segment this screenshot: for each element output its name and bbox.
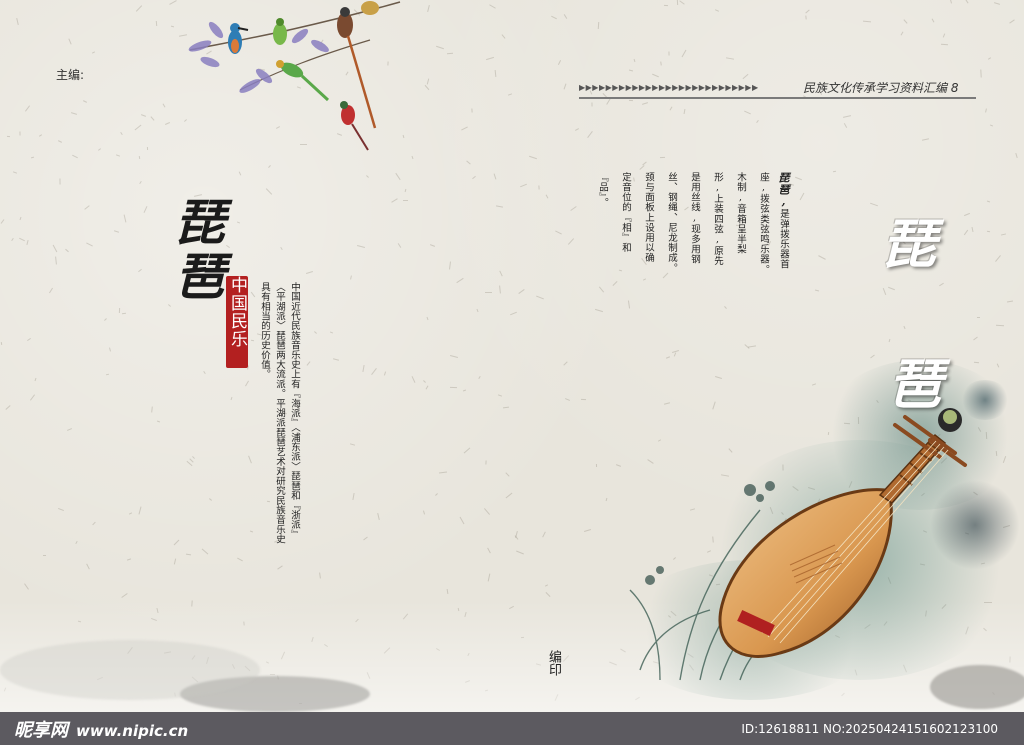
description-column-8: 定音位的『相』和 — [620, 172, 631, 253]
description-column-6: 丝、钢绳、尼龙制成。 — [666, 172, 677, 273]
site-logo: 昵享网 www.nipic.cn — [14, 716, 188, 742]
paper-fiber — [976, 316, 981, 319]
paper-fiber — [484, 291, 493, 294]
distant-ridge — [0, 640, 260, 700]
description-column-5: 是用丝线,现多用钢 — [689, 172, 700, 265]
seal-text: 中国民乐 — [227, 276, 247, 348]
editor-label: 主编: — [56, 68, 85, 82]
paper-fiber — [19, 131, 21, 136]
description-head: 琵琶, — [777, 172, 790, 209]
series-header: ▶▶▶▶▶▶▶▶▶▶▶▶▶▶▶▶▶▶▶▶▶▶▶▶▶▶▶ 民族文化传承学习资料汇编… — [579, 78, 976, 96]
intro-column-2: 〈平湖派〉琵琶两大流派。平湖派琵琶艺术对研究民族音乐史 — [274, 282, 285, 544]
paper-fiber — [6, 135, 11, 138]
watermark-footer: 昵享网 www.nipic.cn ID:12618811 NO:20250424… — [0, 712, 1024, 745]
intro-column-1: 中国近代民族音乐史上有『海派』〈浦东派〉琵琶和『浙派』 — [289, 282, 300, 540]
birds-branch-illustration — [188, 1, 401, 151]
paper-fiber — [42, 554, 47, 557]
paper-fiber — [986, 230, 991, 233]
description-column-2: 座,拨弦类弦鸣乐器。 — [758, 172, 769, 275]
paper-fiber — [59, 178, 61, 185]
big-char-pi: 琵 — [882, 212, 936, 276]
paper-fiber — [628, 99, 634, 102]
pipa-illustration — [718, 408, 967, 658]
description-column-3: 木制,音箱呈半梨 — [735, 172, 746, 255]
paper-fiber — [538, 185, 540, 190]
logo-text: 昵享网 — [14, 719, 68, 741]
description-column-9: 『品』。 — [597, 172, 608, 208]
description-column-1-text: 是弹拨乐器首 — [778, 208, 789, 270]
series-title: 民族文化传承学习资料汇编 8 — [803, 80, 959, 95]
image-id: ID:12618811 NO:20250424151602123100 — [741, 721, 998, 736]
paper-fiber — [146, 146, 149, 151]
paper-fiber — [663, 4, 669, 7]
paper-fiber — [591, 102, 593, 107]
intro-column-3: 具有相当的历史价值。 — [259, 282, 270, 379]
paper-fiber — [0, 341, 3, 346]
red-seal: 中国民乐 — [226, 276, 248, 368]
logo-url: www.nipic.cn — [76, 721, 189, 740]
big-char-pa: 琶 — [888, 352, 942, 416]
distant-ridge — [930, 665, 1024, 709]
series-rule — [579, 97, 976, 99]
description-column-7: 颈与面板上设用以确 — [643, 172, 654, 263]
paper-fiber — [668, 51, 670, 56]
series-arrows: ▶▶▶▶▶▶▶▶▶▶▶▶▶▶▶▶▶▶▶▶▶▶▶▶▶▶▶ — [579, 82, 759, 92]
paper-fiber — [485, 460, 487, 465]
paper-fiber — [580, 398, 587, 401]
calligraphy-title-left: 琵琶 — [167, 196, 226, 304]
paper-fiber — [595, 463, 598, 468]
bianyin-label: 编印 — [546, 650, 561, 676]
description-column-4: 形,上装四弦,原先 — [712, 172, 723, 266]
description-column-1: 琵琶,是弹拨乐器首 — [777, 172, 790, 298]
paper-fiber — [471, 108, 473, 113]
paper-fiber — [403, 200, 408, 201]
